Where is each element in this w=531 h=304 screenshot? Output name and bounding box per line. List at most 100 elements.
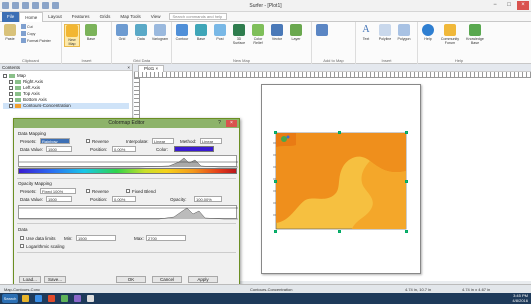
dialog-close-button[interactable]: × bbox=[226, 120, 237, 127]
use-data-limits-checkbox[interactable] bbox=[20, 236, 24, 240]
opacity-reverse-checkbox[interactable] bbox=[86, 189, 90, 193]
dialog-title-bar: Colormap Editor ? × bbox=[14, 119, 239, 128]
opacity-presets-label: Presets: bbox=[20, 189, 37, 194]
post-map-button[interactable]: Post bbox=[212, 24, 228, 41]
cut-button[interactable]: Cut bbox=[21, 24, 51, 29]
ribbon-group-insert-shapes: A Text Polyline Polygon Insert bbox=[356, 22, 418, 64]
copy-icon bbox=[21, 31, 26, 36]
minimize-button[interactable]: − bbox=[489, 1, 501, 10]
knowledge-base-button[interactable]: Knowledge Base bbox=[464, 24, 486, 45]
tab-map-tools[interactable]: Map Tools bbox=[115, 12, 145, 22]
tab-grids[interactable]: Grids bbox=[95, 12, 116, 22]
status-coordinates: 4.74 in, 10.7 in bbox=[405, 287, 432, 292]
contour-map[interactable] bbox=[272, 131, 408, 231]
visibility-checkbox[interactable] bbox=[9, 98, 13, 102]
cancel-button[interactable]: Cancel bbox=[152, 276, 182, 283]
paste-button[interactable]: Paste bbox=[2, 24, 18, 41]
tab-file[interactable]: File bbox=[2, 11, 20, 22]
text-button[interactable]: A Text bbox=[358, 24, 374, 41]
selection-handle[interactable] bbox=[274, 180, 277, 183]
tab-layout[interactable]: Layout bbox=[43, 12, 67, 22]
copy-button[interactable]: Copy bbox=[21, 31, 51, 36]
fixed-blend-checkbox[interactable] bbox=[126, 189, 130, 193]
close-button[interactable]: × bbox=[517, 1, 529, 10]
help-button[interactable]: Help bbox=[420, 24, 436, 41]
grid-button[interactable]: Grid bbox=[114, 24, 130, 41]
post-icon bbox=[214, 24, 226, 36]
position-input[interactable]: 0.00% bbox=[112, 146, 136, 152]
visibility-checkbox[interactable] bbox=[9, 104, 13, 108]
base-button[interactable]: Base bbox=[83, 24, 99, 41]
dialog-help-button[interactable]: ? bbox=[215, 120, 224, 127]
ribbon-group-add-to-map: Add to Map bbox=[312, 22, 356, 64]
title-bar: Surfer - [Plot1] − □ × bbox=[0, 0, 531, 12]
colormap-gradient-bar[interactable] bbox=[18, 168, 237, 174]
min-input[interactable]: 1500 bbox=[76, 235, 116, 241]
selection-handle[interactable] bbox=[274, 230, 277, 233]
method-dropdown[interactable]: Linear bbox=[200, 138, 222, 144]
add-layer-button[interactable] bbox=[314, 24, 330, 37]
tab-plot1[interactable]: Plot1 × bbox=[138, 65, 165, 72]
data-value-input[interactable]: 1500 bbox=[46, 146, 72, 152]
colormap-editor-dialog: Colormap Editor ? × Data Mapping Presets… bbox=[13, 118, 240, 287]
selection-handle[interactable] bbox=[338, 230, 341, 233]
cut-icon bbox=[21, 24, 26, 29]
color-relief-button[interactable]: Color Relief bbox=[250, 24, 266, 45]
app-icon[interactable] bbox=[87, 295, 94, 302]
selection-handle[interactable] bbox=[405, 230, 408, 233]
histogram-graph bbox=[19, 157, 238, 168]
ribbon-group-label: Help bbox=[454, 58, 464, 63]
taskbar-apps bbox=[22, 295, 94, 302]
ok-button[interactable]: OK bbox=[116, 276, 146, 283]
search-input[interactable]: Search commands and help bbox=[169, 13, 228, 20]
opacity-data-value-input[interactable]: 1500 bbox=[46, 196, 72, 202]
load-button[interactable]: Load... bbox=[19, 276, 41, 283]
logarithmic-checkbox[interactable] bbox=[20, 244, 24, 248]
opacity-presets-dropdown[interactable]: Fixed 100% bbox=[40, 188, 76, 194]
community-forum-button[interactable]: Community Forum bbox=[439, 24, 461, 45]
start-button[interactable]: Search bbox=[2, 294, 18, 303]
visibility-checkbox[interactable] bbox=[9, 92, 13, 96]
base-map-button[interactable]: Base bbox=[193, 24, 209, 41]
app-icon[interactable] bbox=[74, 295, 81, 302]
presets-dropdown[interactable]: Rainbow bbox=[40, 138, 70, 144]
variogram-button[interactable]: Variogram bbox=[152, 24, 168, 41]
polyline-icon bbox=[379, 24, 391, 36]
opacity-position-input[interactable]: 0.00% bbox=[112, 196, 136, 202]
selection-handle[interactable] bbox=[405, 180, 408, 183]
surfer-app-icon[interactable] bbox=[61, 295, 68, 302]
visibility-checkbox[interactable] bbox=[9, 80, 13, 84]
apply-button[interactable]: Apply bbox=[188, 276, 218, 283]
browser-icon[interactable] bbox=[35, 295, 42, 302]
contour-map-button[interactable]: Contour bbox=[174, 24, 190, 41]
ribbon-group-label: Clipboard bbox=[21, 58, 40, 63]
opacity-input[interactable]: 100.00% bbox=[194, 196, 222, 202]
interpolate-dropdown[interactable]: Linear bbox=[152, 138, 174, 144]
visibility-checkbox[interactable] bbox=[3, 74, 7, 78]
media-icon[interactable] bbox=[48, 295, 55, 302]
max-input[interactable]: 2700 bbox=[146, 235, 186, 241]
format-painter-button[interactable]: Format Painter bbox=[21, 38, 51, 43]
color-picker[interactable] bbox=[174, 146, 214, 152]
tab-features[interactable]: Features bbox=[67, 12, 95, 22]
layer-button[interactable]: Layer bbox=[288, 24, 304, 41]
tab-home[interactable]: Home bbox=[19, 11, 44, 22]
save-button[interactable]: Save... bbox=[44, 276, 66, 283]
vector-map-button[interactable]: Vector bbox=[269, 24, 285, 41]
data-button[interactable]: Data bbox=[133, 24, 149, 41]
visibility-checkbox[interactable] bbox=[9, 86, 13, 90]
surface-map-button[interactable]: 3D Surface bbox=[231, 24, 247, 45]
contents-close-icon[interactable]: × bbox=[127, 64, 130, 71]
polygon-button[interactable]: Polygon bbox=[396, 24, 412, 41]
folder-icon[interactable] bbox=[22, 295, 29, 302]
maximize-button[interactable]: □ bbox=[503, 1, 515, 10]
selection-handle[interactable] bbox=[405, 131, 408, 134]
status-size: 4.74 in x 4.67 in bbox=[462, 287, 491, 292]
polyline-button[interactable]: Polyline bbox=[377, 24, 393, 41]
selection-handle[interactable] bbox=[338, 131, 341, 134]
tree-item-contours[interactable]: Contours-Concentration bbox=[3, 103, 129, 109]
reverse-checkbox[interactable] bbox=[86, 139, 90, 143]
selection-handle[interactable] bbox=[274, 131, 277, 134]
new-map-button[interactable]: New Map bbox=[64, 24, 80, 47]
tab-view[interactable]: View bbox=[146, 12, 166, 22]
